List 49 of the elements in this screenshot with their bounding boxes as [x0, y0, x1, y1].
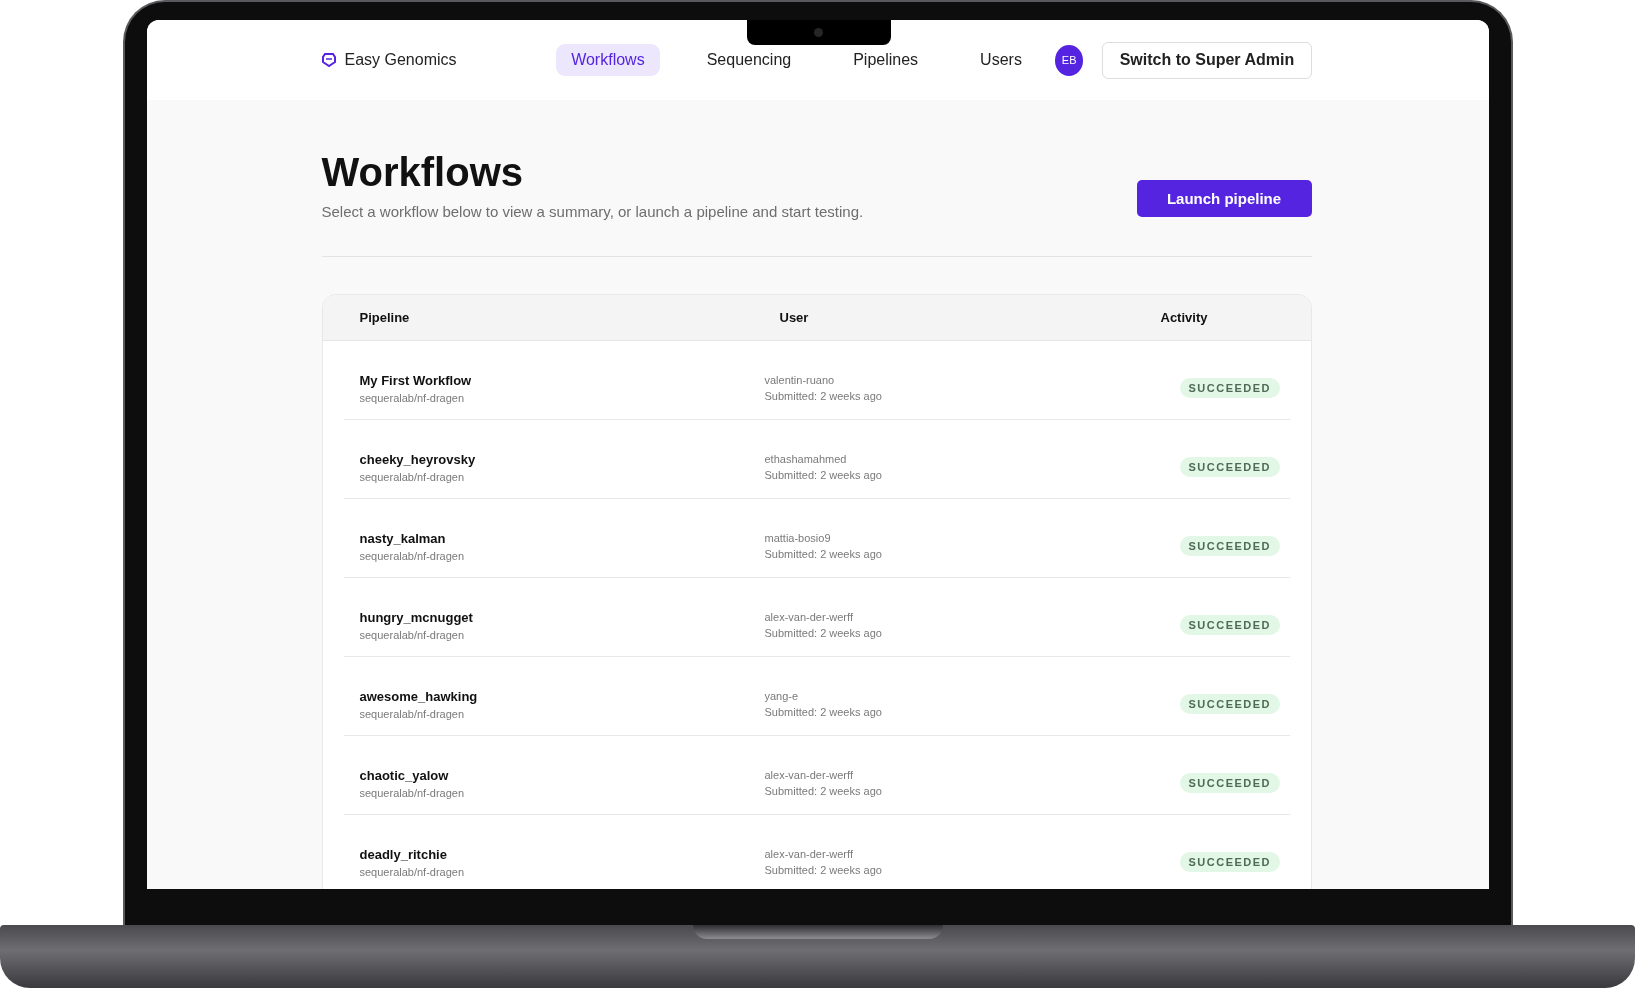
- nav-tab[interactable]: Pipelines: [838, 44, 934, 76]
- workflow-name[interactable]: awesome_hawking: [359, 688, 765, 704]
- user-name: mattia-bosio9: [764, 532, 832, 544]
- submitted-time: Submitted: 2 weeks ago: [764, 864, 883, 876]
- submitted-time: Submitted: 2 weeks ago: [764, 469, 883, 481]
- pipeline-repo: sequeralab/nf-dragen: [359, 786, 466, 799]
- workflow-name[interactable]: chaotic_yalow: [359, 767, 765, 783]
- submitted-time: Submitted: 2 weeks ago: [764, 785, 883, 797]
- submitted-time: Submitted: 2 weeks ago: [764, 706, 883, 718]
- brand-name: Easy Genomics: [344, 51, 457, 69]
- status-badge: SUCCEEDED: [1179, 536, 1281, 556]
- workflow-name[interactable]: hungry_mcnugget: [359, 609, 765, 625]
- status-badge: SUCCEEDED: [1179, 457, 1281, 477]
- page-title: Workflows: [321, 150, 524, 195]
- status-badge: SUCCEEDED: [1179, 773, 1281, 793]
- user-avatar[interactable]: EB: [1054, 44, 1084, 76]
- status-badge: SUCCEEDED: [1179, 694, 1281, 714]
- user-name: alex-van-der-werff: [764, 848, 854, 860]
- user-name: alex-van-der-werff: [764, 611, 854, 623]
- submitted-time: Submitted: 2 weeks ago: [764, 548, 883, 560]
- column-header: Pipeline: [359, 310, 411, 325]
- workflow-name[interactable]: cheeky_heyrovsky: [359, 451, 765, 467]
- status-badge: SUCCEEDED: [1179, 852, 1281, 872]
- pipeline-repo: sequeralab/nf-dragen: [359, 628, 466, 641]
- page-subtitle: Select a workflow below to view a summary, or launch a pipeline and start testing.: [321, 203, 864, 220]
- launch-pipeline-button[interactable]: Launch pipeline: [1136, 180, 1312, 217]
- switch-admin-button[interactable]: Switch to Super Admin: [1102, 41, 1312, 79]
- user-name: alex-van-der-werff: [764, 769, 854, 781]
- workflow-name[interactable]: My First Workflow: [359, 372, 765, 388]
- pipeline-repo: sequeralab/nf-dragen: [359, 549, 466, 562]
- user-name: yang-e: [764, 690, 800, 702]
- column-header: Activity: [1160, 310, 1209, 325]
- submitted-time: Submitted: 2 weeks ago: [764, 627, 883, 639]
- pipeline-repo: sequeralab/nf-dragen: [359, 707, 466, 720]
- column-header: User: [779, 310, 810, 325]
- status-badge: SUCCEEDED: [1179, 378, 1281, 398]
- nav-tab[interactable]: Workflows: [556, 44, 660, 76]
- nav-tab[interactable]: Users: [965, 44, 1037, 76]
- status-badge: SUCCEEDED: [1179, 615, 1281, 635]
- workflow-name[interactable]: deadly_ritchie: [359, 846, 765, 862]
- pipeline-repo: sequeralab/nf-dragen: [359, 470, 466, 483]
- user-name: valentin-ruano: [764, 374, 836, 386]
- submitted-time: Submitted: 2 weeks ago: [764, 390, 883, 402]
- nav-tab[interactable]: Sequencing: [691, 44, 807, 76]
- pipeline-repo: sequeralab/nf-dragen: [359, 865, 466, 878]
- pipeline-repo: sequeralab/nf-dragen: [359, 391, 466, 404]
- user-name: ethashamahmed: [764, 453, 848, 465]
- logo-icon: [321, 53, 336, 67]
- workflow-name[interactable]: nasty_kalman: [359, 530, 765, 546]
